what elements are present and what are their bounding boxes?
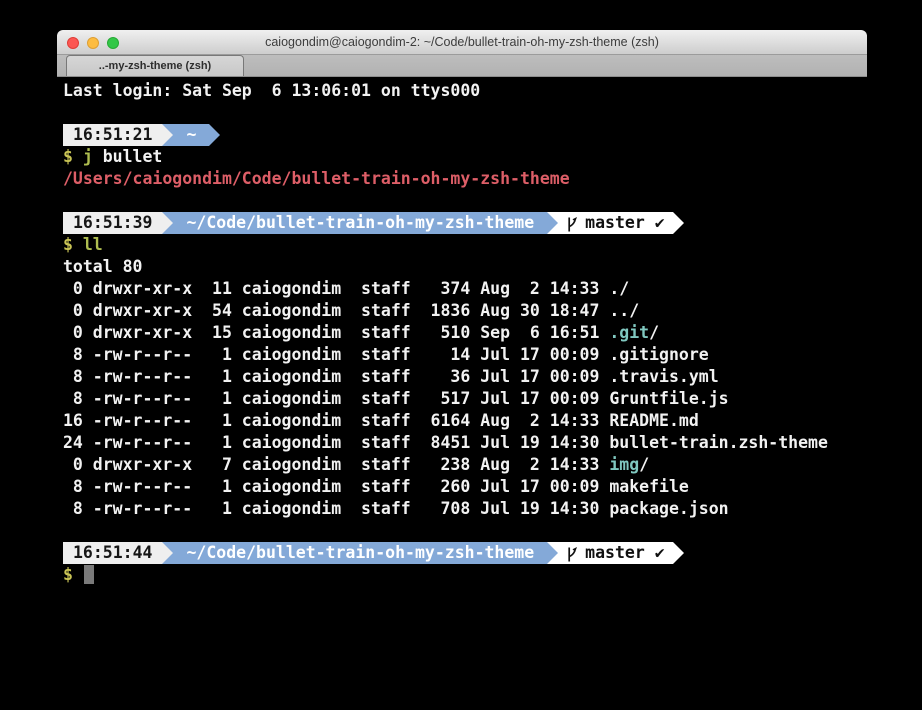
terminal-blank-line [63, 190, 867, 212]
terminal-text: 0 drwxr-xr-x 11 caiogondim staff 374 Aug… [63, 279, 629, 298]
window-title: caiogondim@caiogondim-2: ~/Code/bullet-t… [265, 35, 659, 49]
terminal-text: / [639, 455, 649, 474]
terminal-text: $ [63, 147, 83, 166]
powerline-arrow-icon [209, 124, 220, 146]
desktop: caiogondim@caiogondim-2: ~/Code/bullet-t… [0, 0, 922, 710]
traffic-lights [67, 37, 119, 49]
prompt-time-label: 16:51:44 [73, 542, 152, 564]
powerline-arrow-icon [547, 542, 558, 564]
zoom-button[interactable] [107, 37, 119, 49]
prompt-line: 16:51:44 ~/Code/bullet-train-oh-my-zsh-th… [63, 542, 867, 564]
terminal-text: 8 -rw-r--r-- 1 caiogondim staff 14 Jul 1… [63, 345, 709, 364]
terminal-text: 0 drwxr-xr-x 15 caiogondim staff 510 Sep… [63, 323, 609, 342]
tab-label: ..-my-zsh-theme (zsh) [99, 60, 211, 72]
terminal-content[interactable]: Last login: Sat Sep 6 13:06:01 on ttys00… [57, 77, 867, 586]
terminal-text: 0 drwxr-xr-x 54 caiogondim staff 1836 Au… [63, 301, 639, 320]
terminal-text: img [609, 455, 639, 474]
terminal-line: $ [63, 564, 867, 586]
terminal-line: $ j bullet [63, 146, 867, 168]
terminal-text: total 80 [63, 257, 142, 276]
git-clean-check-icon: ✔ [645, 542, 665, 564]
terminal-text: 0 drwxr-xr-x 7 caiogondim staff 238 Aug … [63, 455, 609, 474]
terminal-cursor [84, 565, 94, 584]
terminal-text: /Users/caiogondim/Code/bullet-train-oh-m… [63, 169, 570, 188]
terminal-line: Last login: Sat Sep 6 13:06:01 on ttys00… [63, 80, 867, 102]
terminal-line: 16 -rw-r--r-- 1 caiogondim staff 6164 Au… [63, 410, 867, 432]
tab-bar: ..-my-zsh-theme (zsh) [57, 55, 867, 77]
terminal-text: $ [63, 565, 83, 584]
terminal-line: 0 drwxr-xr-x 54 caiogondim staff 1836 Au… [63, 300, 867, 322]
powerline-arrow-icon [162, 542, 173, 564]
title-bar[interactable]: caiogondim@caiogondim-2: ~/Code/bullet-t… [57, 30, 867, 55]
terminal-text: 8 -rw-r--r-- 1 caiogondim staff 260 Jul … [63, 477, 689, 496]
terminal-line: total 80 [63, 256, 867, 278]
terminal-line: 0 drwxr-xr-x 11 caiogondim staff 374 Aug… [63, 278, 867, 300]
powerline-arrow-icon [162, 212, 173, 234]
powerline-arrow-icon [162, 124, 173, 146]
prompt-dir-segment: ~/Code/bullet-train-oh-my-zsh-theme [173, 212, 547, 234]
prompt-time-segment: 16:51:39 [63, 212, 162, 234]
terminal-text: j [83, 147, 93, 166]
minimize-button[interactable] [87, 37, 99, 49]
prompt-dir-segment: ~ [173, 124, 209, 146]
terminal-text: Last login: Sat Sep 6 13:06:01 on ttys00… [63, 81, 480, 100]
prompt-line: 16:51:21 ~ [63, 124, 867, 146]
prompt-git-segment: master ✔ [558, 542, 672, 564]
terminal-line: 8 -rw-r--r-- 1 caiogondim staff 14 Jul 1… [63, 344, 867, 366]
terminal-text: ll [83, 235, 103, 254]
terminal-line: 8 -rw-r--r-- 1 caiogondim staff 36 Jul 1… [63, 366, 867, 388]
terminal-line: 8 -rw-r--r-- 1 caiogondim staff 517 Jul … [63, 388, 867, 410]
tab-zsh[interactable]: ..-my-zsh-theme (zsh) [66, 55, 244, 76]
terminal-text: 24 -rw-r--r-- 1 caiogondim staff 8451 Ju… [63, 433, 828, 452]
prompt-git-segment: master ✔ [558, 212, 672, 234]
prompt-dir-label: ~ [186, 124, 196, 146]
terminal-text: 8 -rw-r--r-- 1 caiogondim staff 36 Jul 1… [63, 367, 719, 386]
powerline-arrow-icon [547, 212, 558, 234]
powerline-arrow-icon [673, 212, 684, 234]
terminal-line: 8 -rw-r--r-- 1 caiogondim staff 708 Jul … [63, 498, 867, 520]
prompt-dir-label: ~/Code/bullet-train-oh-my-zsh-theme [186, 212, 534, 234]
terminal-window: caiogondim@caiogondim-2: ~/Code/bullet-t… [57, 30, 867, 710]
git-branch-label: master [585, 542, 645, 564]
prompt-time-label: 16:51:21 [73, 124, 152, 146]
terminal-text: bullet [93, 147, 163, 166]
terminal-text: 8 -rw-r--r-- 1 caiogondim staff 517 Jul … [63, 389, 729, 408]
powerline-arrow-icon [673, 542, 684, 564]
terminal-text: 8 -rw-r--r-- 1 caiogondim staff 708 Jul … [63, 499, 729, 518]
prompt-dir-label: ~/Code/bullet-train-oh-my-zsh-theme [186, 542, 534, 564]
prompt-time-segment: 16:51:21 [63, 124, 162, 146]
terminal-text: $ [63, 235, 83, 254]
git-branch-label: master [585, 212, 645, 234]
git-branch-icon [566, 215, 579, 232]
terminal-blank-line [63, 520, 867, 542]
prompt-time-label: 16:51:39 [73, 212, 152, 234]
git-clean-check-icon: ✔ [645, 212, 665, 234]
terminal-text: .git [609, 323, 649, 342]
prompt-dir-segment: ~/Code/bullet-train-oh-my-zsh-theme [173, 542, 547, 564]
terminal-text: 16 -rw-r--r-- 1 caiogondim staff 6164 Au… [63, 411, 699, 430]
prompt-line: 16:51:39 ~/Code/bullet-train-oh-my-zsh-th… [63, 212, 867, 234]
git-branch-icon [566, 545, 579, 562]
terminal-line: 0 drwxr-xr-x 7 caiogondim staff 238 Aug … [63, 454, 867, 476]
terminal-blank-line [63, 102, 867, 124]
terminal-line: 8 -rw-r--r-- 1 caiogondim staff 260 Jul … [63, 476, 867, 498]
terminal-line: 24 -rw-r--r-- 1 caiogondim staff 8451 Ju… [63, 432, 867, 454]
close-button[interactable] [67, 37, 79, 49]
terminal-line: 0 drwxr-xr-x 15 caiogondim staff 510 Sep… [63, 322, 867, 344]
prompt-time-segment: 16:51:44 [63, 542, 162, 564]
terminal-line: /Users/caiogondim/Code/bullet-train-oh-m… [63, 168, 867, 190]
terminal-text: / [649, 323, 659, 342]
terminal-line: $ ll [63, 234, 867, 256]
